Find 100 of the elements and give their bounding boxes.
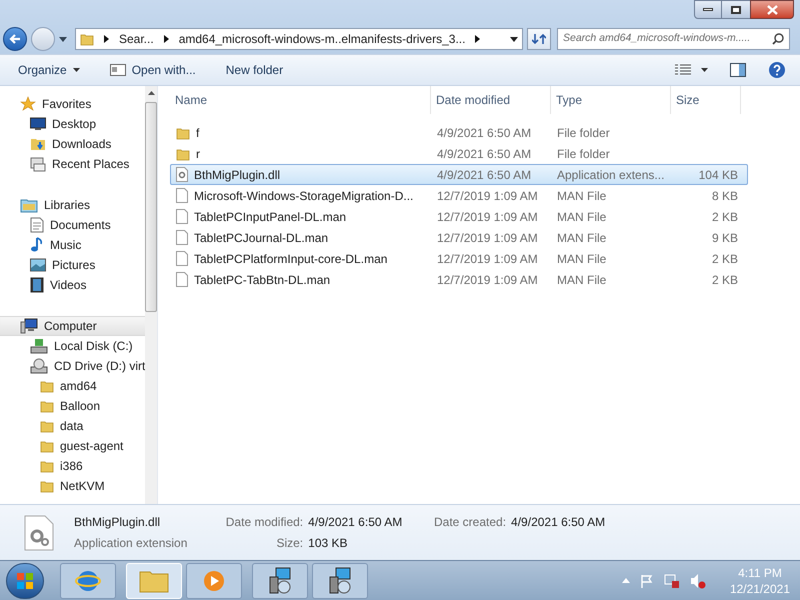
address-bar[interactable]: Sear... amd64_microsoft-windows-m..elmanifests-drivers_3... <box>75 28 523 50</box>
nav-item[interactable]: Computer <box>0 316 146 336</box>
toolbar-button[interactable]: Organize <box>18 61 80 79</box>
nav-item[interactable]: Balloon <box>0 396 146 416</box>
file-row[interactable]: BthMigPlugin.dll 4/9/2021 6:50 AM Application extens... 104 KB <box>170 164 748 185</box>
folder-icon <box>139 568 169 592</box>
folder-icon <box>40 459 54 473</box>
size-cell-text: 2 KB <box>710 250 739 268</box>
dropdown-caret-icon[interactable] <box>510 36 518 42</box>
nav-item[interactable]: CD Drive (D:) virt <box>0 356 146 376</box>
application-icon <box>110 64 126 76</box>
column-header[interactable]: Type <box>551 86 671 114</box>
breadcrumb-item[interactable]: amd64_microsoft-windows-m..elmanifests-drivers_3... <box>178 30 466 48</box>
nav-item[interactable]: Documents <box>0 215 146 235</box>
nav-item[interactable]: Downloads <box>0 134 146 154</box>
nav-item[interactable]: Videos <box>0 275 146 295</box>
file-row[interactable]: TabletPC-TabBtn-DL.man 12/7/2019 1:09 AM MAN File 2 KB <box>170 269 748 290</box>
close-icon <box>766 4 778 14</box>
search-field[interactable]: Search amd64_microsoft-windows-m..... <box>557 28 790 50</box>
back-button[interactable] <box>3 27 27 51</box>
star-icon <box>20 96 36 112</box>
file-row[interactable]: TabletPCPlatformInput-core-DL.man 12/7/2019 1:09 AM MAN File 2 KB <box>170 248 748 269</box>
close-button[interactable] <box>750 0 794 19</box>
folder-icon <box>40 379 54 393</box>
field-label: Date created: <box>434 514 506 531</box>
document-icon <box>30 217 44 233</box>
maximize-button[interactable] <box>722 0 750 19</box>
file-name: TabletPCInputPanel-DL.man <box>194 208 346 226</box>
help-button[interactable] <box>768 61 786 79</box>
nav-item[interactable]: Libraries <box>0 195 146 215</box>
date-cell-text: 12/7/2019 1:09 AM <box>436 230 539 246</box>
column-header[interactable]: Name <box>170 86 431 114</box>
field-label: Date modified: <box>224 514 304 531</box>
search-icon <box>772 33 784 45</box>
size-cell-text: 8 KB <box>710 188 739 204</box>
column-header[interactable]: Size <box>671 86 741 114</box>
column-header[interactable]: Date modified <box>431 86 551 114</box>
folder-icon <box>40 479 54 493</box>
nav-item[interactable]: Desktop <box>0 114 146 134</box>
nav-item[interactable]: Music <box>0 235 146 255</box>
refresh-button[interactable] <box>527 28 551 50</box>
nav-item[interactable]: guest-agent <box>0 436 146 456</box>
breadcrumb-item[interactable]: Sear... <box>119 30 154 48</box>
minimize-button[interactable] <box>694 0 722 19</box>
toolbar-button[interactable]: Open with... <box>110 61 196 79</box>
folder-icon <box>176 146 190 160</box>
music-note-icon <box>30 237 44 253</box>
taskbar-button[interactable] <box>312 562 368 598</box>
dropdown-caret-icon <box>701 68 708 72</box>
type-cell-text: MAN File <box>556 250 608 268</box>
file-row[interactable]: Microsoft-Windows-StorageMigration-D... 12/7/2019 1:09 AM MAN File 8 KB <box>170 185 748 206</box>
nav-item[interactable]: Pictures <box>0 255 146 275</box>
type-cell-text: MAN File <box>556 188 608 204</box>
start-button[interactable] <box>6 562 44 598</box>
folder-icon <box>80 32 94 46</box>
folder-icon <box>40 439 54 453</box>
help-icon <box>768 61 786 79</box>
folder-icon <box>176 126 190 140</box>
settings-file-icon <box>176 167 188 182</box>
left-arrow-icon <box>9 34 21 44</box>
nav-item[interactable]: i386 <box>0 456 146 476</box>
computer-icon <box>20 318 38 334</box>
file-icon <box>176 272 188 287</box>
file-name: TabletPCJournal-DL.man <box>194 230 328 246</box>
type-cell-text: File folder <box>556 146 611 162</box>
file-row[interactable]: f 4/9/2021 6:50 AM File folder <box>170 122 748 143</box>
refresh-arrows-icon <box>532 33 546 45</box>
size-cell-text: 2 KB <box>710 208 739 226</box>
network-icon[interactable] <box>664 572 680 588</box>
file-row[interactable]: TabletPCJournal-DL.man 12/7/2019 1:09 AM MAN File 9 KB <box>170 227 748 248</box>
file-name: Microsoft-Windows-StorageMigration-D... <box>194 188 414 204</box>
nav-item[interactable]: NetKVM <box>0 476 146 496</box>
taskbar-button[interactable] <box>252 562 308 598</box>
view-options-button[interactable] <box>675 64 708 76</box>
nav-item[interactable]: amd64 <box>0 376 146 396</box>
preview-pane-icon <box>730 63 746 77</box>
windows-logo-icon <box>16 572 34 590</box>
file-name: TabletPC-TabBtn-DL.man <box>194 272 330 288</box>
date-cell-text: 4/9/2021 6:50 AM <box>436 146 532 162</box>
file-icon <box>176 230 188 245</box>
nav-item[interactable]: Recent Places <box>0 154 146 174</box>
scrollbar[interactable] <box>145 86 158 504</box>
type-cell-text: Application extens... <box>556 166 666 184</box>
nav-item[interactable]: Local Disk (C:) <box>0 336 146 356</box>
speaker-muted-icon[interactable] <box>690 572 706 588</box>
picture-icon <box>30 258 46 272</box>
scroll-up-arrow-icon[interactable] <box>148 91 155 95</box>
file-name: BthMigPlugin.dll <box>194 166 280 184</box>
file-name: r <box>196 146 200 162</box>
details-view-icon <box>675 64 691 76</box>
nav-item[interactable]: data <box>0 416 146 436</box>
file-type: Application extension <box>74 535 188 552</box>
dropdown-caret-icon <box>59 36 67 42</box>
toolbar-button[interactable]: New folder <box>226 61 284 79</box>
date-cell-text: 12/7/2019 1:09 AM <box>436 188 539 204</box>
preview-pane-button[interactable] <box>730 63 746 77</box>
file-row[interactable]: TabletPCInputPanel-DL.man 12/7/2019 1:09 AM MAN File 2 KB <box>170 206 748 227</box>
date-cell-text: 4/9/2021 6:50 AM <box>436 166 532 184</box>
file-row[interactable]: r 4/9/2021 6:50 AM File folder <box>170 143 748 164</box>
nav-item[interactable]: Favorites <box>0 94 146 114</box>
